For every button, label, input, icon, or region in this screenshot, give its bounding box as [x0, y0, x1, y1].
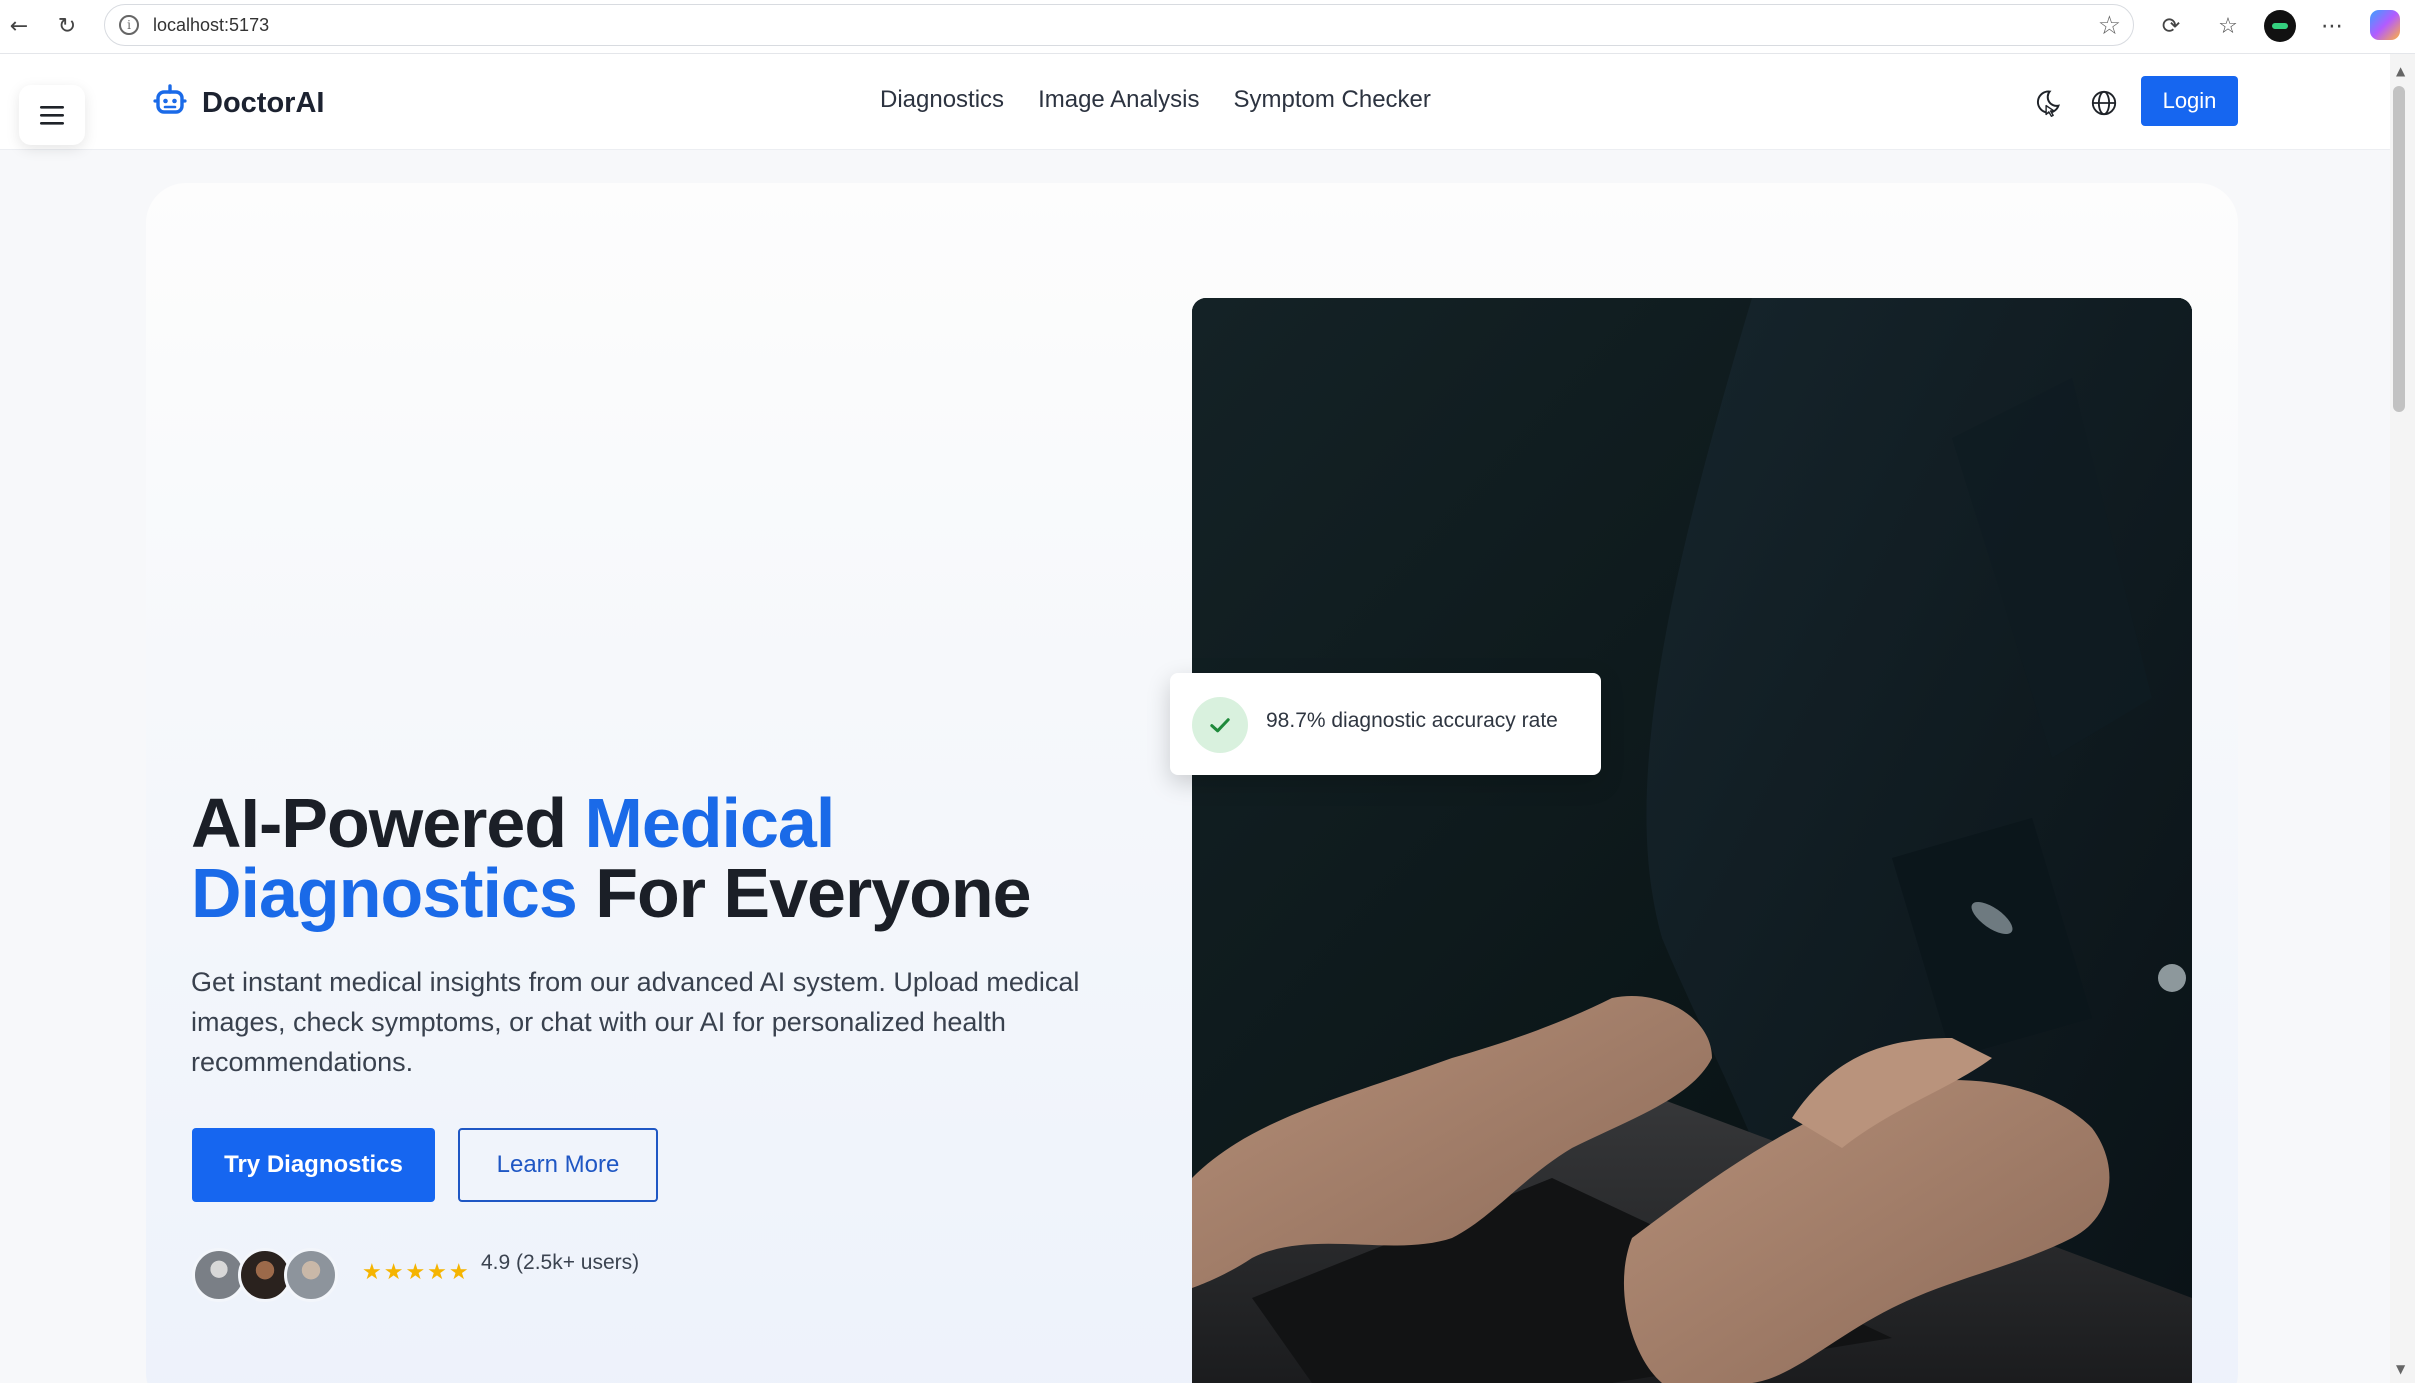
- address-bar[interactable]: i localhost:5173 ☆: [104, 4, 2134, 46]
- favorites-icon[interactable]: ☆: [2212, 10, 2244, 42]
- hero-title-accent2: Diagnostics: [191, 854, 578, 932]
- nav-link-diagnostics[interactable]: Diagnostics: [880, 86, 1004, 114]
- login-button[interactable]: Login: [2141, 76, 2238, 126]
- learn-more-button[interactable]: Learn More: [458, 1128, 658, 1202]
- scroll-down-arrow-icon[interactable]: ▼: [2396, 1362, 2405, 1376]
- rating-stars-icon: ★★★★★: [362, 1260, 471, 1285]
- more-options-icon[interactable]: ⋯: [2316, 10, 2348, 42]
- reload-icon[interactable]: ↻: [52, 11, 82, 41]
- theme-toggle-icon[interactable]: [2030, 86, 2064, 120]
- hero-title-part1: AI-Powered: [191, 784, 585, 862]
- hero-title: AI-Powered Medical Diagnostics For Everyo…: [191, 788, 1131, 928]
- copilot-icon[interactable]: [2370, 10, 2400, 40]
- accuracy-text: 98.7% diagnostic accuracy rate: [1266, 709, 1558, 732]
- user-avatars: [192, 1248, 342, 1304]
- browser-toolbar: ← ↻ i localhost:5173 ☆ ⟳ ☆ ⋯: [0, 0, 2415, 54]
- avatar: [284, 1248, 338, 1302]
- try-diagnostics-button[interactable]: Try Diagnostics: [192, 1128, 435, 1202]
- site-info-icon[interactable]: i: [119, 15, 139, 35]
- profile-avatar[interactable]: [2264, 10, 2296, 42]
- robot-logo-icon: [152, 83, 188, 123]
- check-icon: [1192, 697, 1248, 753]
- favorite-star-icon[interactable]: ☆: [2098, 11, 2121, 41]
- nav-link-symptom-checker[interactable]: Symptom Checker: [1233, 86, 1430, 114]
- menu-button[interactable]: [19, 85, 85, 145]
- back-arrow-icon[interactable]: ←: [4, 11, 34, 41]
- logo-text: DoctorAI: [202, 86, 325, 119]
- hero-title-part2: For Everyone: [576, 854, 1031, 932]
- main-nav: Diagnostics Image Analysis Symptom Check…: [880, 86, 1431, 114]
- extensions-icon[interactable]: ⟳: [2155, 10, 2187, 42]
- hero-image: [1192, 298, 2192, 1383]
- scrollbar-thumb[interactable]: [2393, 86, 2405, 412]
- hero-subtitle: Get instant medical insights from our ad…: [191, 967, 1080, 1077]
- accuracy-badge: 98.7% diagnostic accuracy rate: [1170, 673, 1601, 775]
- rating-text: 4.9 (2.5k+ users): [481, 1251, 640, 1274]
- scroll-up-arrow-icon[interactable]: ▲: [2396, 64, 2405, 78]
- site-logo[interactable]: DoctorAI: [152, 83, 324, 123]
- hero-title-accent1: Medical: [584, 784, 836, 862]
- address-url[interactable]: localhost:5173: [153, 15, 269, 36]
- hamburger-menu-icon: [40, 106, 64, 125]
- globe-icon[interactable]: [2087, 86, 2121, 120]
- nav-link-image-analysis[interactable]: Image Analysis: [1038, 86, 1199, 114]
